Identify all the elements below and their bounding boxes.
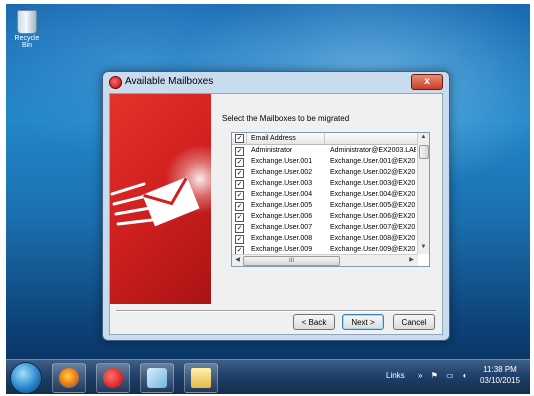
back-button[interactable]: < Back bbox=[293, 314, 335, 330]
header-select-all[interactable]: ✓ bbox=[232, 133, 247, 144]
available-mailboxes-dialog: Available Mailboxes x Select the Mailbox… bbox=[102, 71, 450, 341]
mailbox-address: Exchange.User.001@EX20 bbox=[330, 158, 416, 165]
close-button[interactable]: x bbox=[411, 74, 443, 90]
table-row[interactable]: ✓ Exchange.User.003 Exchange.User.003@EX20 bbox=[232, 178, 417, 189]
table-row[interactable]: ✓ Administrator Administrator@EX2003.LAE bbox=[232, 145, 417, 156]
mailbox-address: Exchange.User.005@EX20 bbox=[330, 202, 416, 209]
select-all-checkbox[interactable]: ✓ bbox=[235, 134, 244, 143]
migration-app-icon bbox=[103, 368, 123, 388]
taskbar-tool[interactable] bbox=[140, 363, 174, 393]
horizontal-scroll-thumb[interactable]: III bbox=[243, 256, 340, 266]
mailbox-name: Exchange.User.005 bbox=[251, 202, 313, 209]
table-row[interactable]: ✓ Exchange.User.004 Exchange.User.004@EX20 bbox=[232, 189, 417, 200]
mailbox-address: Exchange.User.006@EX20 bbox=[330, 213, 416, 220]
mailbox-name: Exchange.User.003 bbox=[251, 180, 313, 187]
dialog-titlebar[interactable]: Available Mailboxes x bbox=[103, 72, 449, 92]
button-separator bbox=[116, 310, 436, 312]
app-icon bbox=[109, 76, 122, 89]
table-row[interactable]: ✓ Exchange.User.008 Exchange.User.008@EX20 bbox=[232, 233, 417, 244]
envelope-icon bbox=[110, 176, 200, 227]
mailbox-name: Exchange.User.002 bbox=[251, 169, 313, 176]
mailbox-name: Exchange.User.007 bbox=[251, 224, 313, 231]
taskbar-explorer[interactable] bbox=[184, 363, 218, 393]
mailbox-name: Administrator bbox=[251, 147, 293, 154]
mailbox-address: Exchange.User.007@EX20 bbox=[330, 224, 416, 231]
taskbar: Links » ⚑ ▭ ◖ 11:38 PM 03/10/2015 bbox=[6, 359, 530, 394]
row-checkbox[interactable]: ✓ bbox=[235, 147, 244, 156]
table-row[interactable]: ✓ Exchange.User.007 Exchange.User.007@EX20 bbox=[232, 222, 417, 233]
vertical-scroll-thumb[interactable] bbox=[419, 145, 429, 159]
mailbox-address: Exchange.User.008@EX20 bbox=[330, 235, 416, 242]
desktop: Recycle Bin Available Mailboxes x Select… bbox=[6, 4, 530, 394]
cancel-button[interactable]: Cancel bbox=[393, 314, 435, 330]
clock-date: 03/10/2015 bbox=[479, 376, 521, 385]
recycle-bin-shortcut[interactable]: Recycle Bin bbox=[10, 10, 44, 49]
row-checkbox[interactable]: ✓ bbox=[235, 169, 244, 178]
row-checkbox[interactable]: ✓ bbox=[235, 235, 244, 244]
column-header-email[interactable]: Email Address bbox=[247, 133, 325, 144]
show-hidden-icons-icon[interactable]: » bbox=[418, 371, 425, 380]
mailbox-address: Exchange.User.003@EX20 bbox=[330, 180, 416, 187]
clock[interactable]: 11:38 PM 03/10/2015 bbox=[478, 364, 522, 386]
row-checkbox[interactable]: ✓ bbox=[235, 202, 244, 211]
mailbox-name: Exchange.User.001 bbox=[251, 158, 313, 165]
mailbox-name: Exchange.User.008 bbox=[251, 235, 313, 242]
row-checkbox[interactable]: ✓ bbox=[235, 191, 244, 200]
mailbox-address: Administrator@EX2003.LAE bbox=[330, 147, 416, 154]
row-checkbox[interactable]: ✓ bbox=[235, 213, 244, 222]
scroll-right-arrow[interactable]: ▶ bbox=[406, 256, 417, 263]
list-rows: ✓ Administrator Administrator@EX2003.LAE ✓ E… bbox=[232, 145, 417, 255]
vertical-scrollbar[interactable]: ▲ ▼ bbox=[417, 133, 429, 254]
tray-icons: » ⚑ ▭ ◖ bbox=[418, 371, 470, 380]
column-header-address[interactable] bbox=[326, 133, 416, 144]
flag-icon[interactable]: ⚑ bbox=[431, 371, 441, 380]
wizard-banner bbox=[110, 94, 211, 304]
list-header: ✓ Email Address bbox=[232, 133, 429, 145]
network-icon[interactable]: ▭ bbox=[446, 371, 457, 380]
horizontal-scrollbar[interactable]: ◀ III ▶ bbox=[232, 254, 418, 266]
folder-icon bbox=[191, 368, 211, 388]
scroll-left-arrow[interactable]: ◀ bbox=[232, 256, 243, 263]
selection-prompt: Select the Mailboxes to be migrated bbox=[222, 114, 350, 123]
next-button[interactable]: Next > bbox=[342, 314, 384, 330]
recycle-bin-icon bbox=[17, 10, 37, 34]
table-row[interactable]: ✓ Exchange.User.001 Exchange.User.001@EX20 bbox=[232, 156, 417, 167]
recycle-bin-label: Recycle Bin bbox=[14, 35, 40, 49]
dialog-title: Available Mailboxes bbox=[125, 76, 214, 87]
row-checkbox[interactable]: ✓ bbox=[235, 180, 244, 189]
row-checkbox[interactable]: ✓ bbox=[235, 224, 244, 233]
scroll-up-arrow[interactable]: ▲ bbox=[418, 134, 429, 140]
mailbox-address: Exchange.User.004@EX20 bbox=[330, 191, 416, 198]
firefox-icon bbox=[59, 368, 79, 388]
start-button[interactable] bbox=[10, 362, 42, 394]
dialog-client-area: Select the Mailboxes to be migrated ✓ Em… bbox=[109, 93, 443, 335]
tool-icon bbox=[147, 368, 167, 388]
links-toolbar[interactable]: Links bbox=[386, 371, 405, 380]
taskbar-migration-app[interactable] bbox=[96, 363, 130, 393]
clock-time: 11:38 PM bbox=[483, 365, 517, 374]
table-row[interactable]: ✓ Exchange.User.005 Exchange.User.005@EX20 bbox=[232, 200, 417, 211]
mailbox-list[interactable]: ✓ Email Address ✓ Administrator Administra… bbox=[231, 132, 430, 267]
table-row[interactable]: ✓ Exchange.User.002 Exchange.User.002@EX20 bbox=[232, 167, 417, 178]
volume-icon[interactable]: ◖ bbox=[462, 371, 470, 380]
mailbox-address: Exchange.User.002@EX20 bbox=[330, 169, 416, 176]
row-checkbox[interactable]: ✓ bbox=[235, 158, 244, 167]
table-row[interactable]: ✓ Exchange.User.006 Exchange.User.006@EX20 bbox=[232, 211, 417, 222]
mailbox-name: Exchange.User.006 bbox=[251, 213, 313, 220]
scroll-down-arrow[interactable]: ▼ bbox=[418, 244, 429, 250]
mailbox-name: Exchange.User.004 bbox=[251, 191, 313, 198]
taskbar-firefox[interactable] bbox=[52, 363, 86, 393]
